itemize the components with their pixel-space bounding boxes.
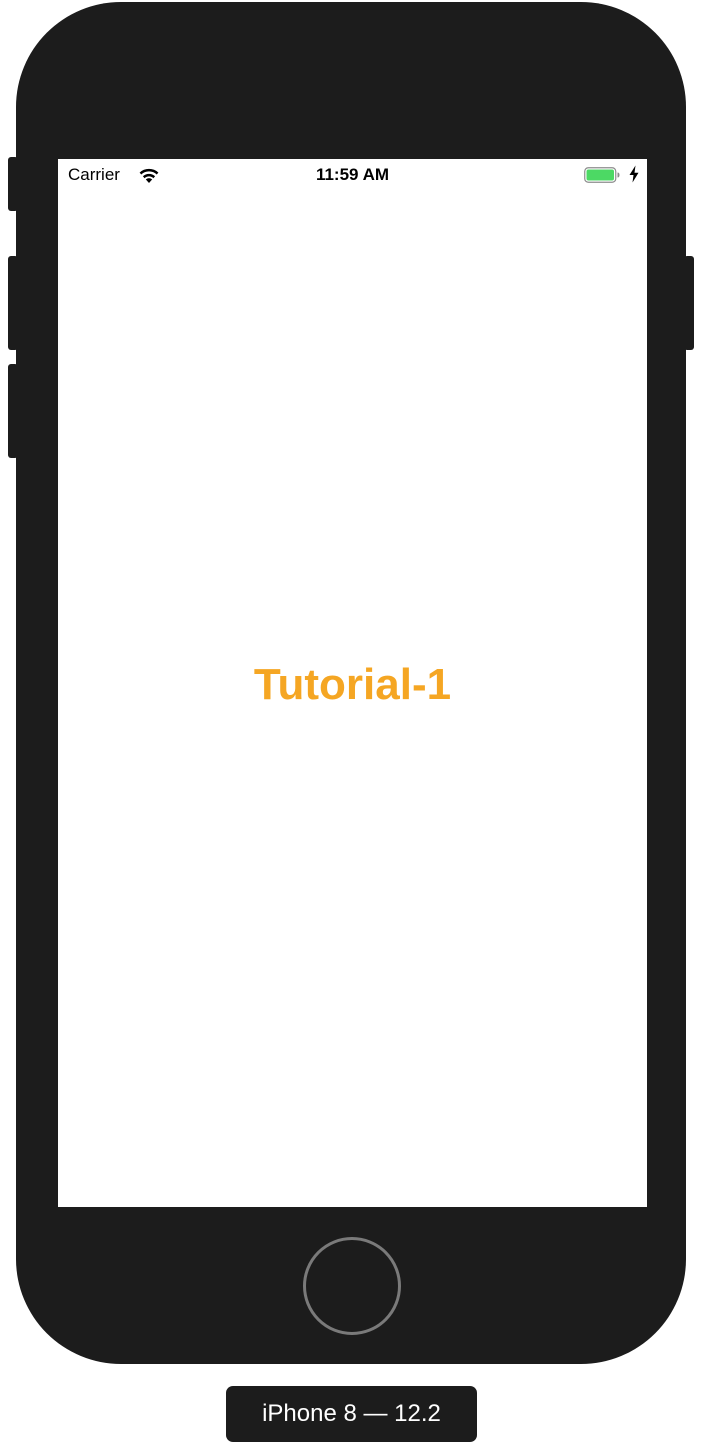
device-screen: Carrier 11:59 AM Tutorial-1 <box>58 159 647 1207</box>
status-bar: Carrier 11:59 AM <box>58 159 647 191</box>
page-title: Tutorial-1 <box>253 660 452 709</box>
status-time: 11:59 AM <box>315 165 390 184</box>
lightning-bolt-icon <box>629 165 639 183</box>
battery-icon <box>584 167 620 183</box>
device-label: iPhone 8 — 12.2 <box>226 1386 477 1442</box>
home-button[interactable] <box>303 1237 401 1335</box>
